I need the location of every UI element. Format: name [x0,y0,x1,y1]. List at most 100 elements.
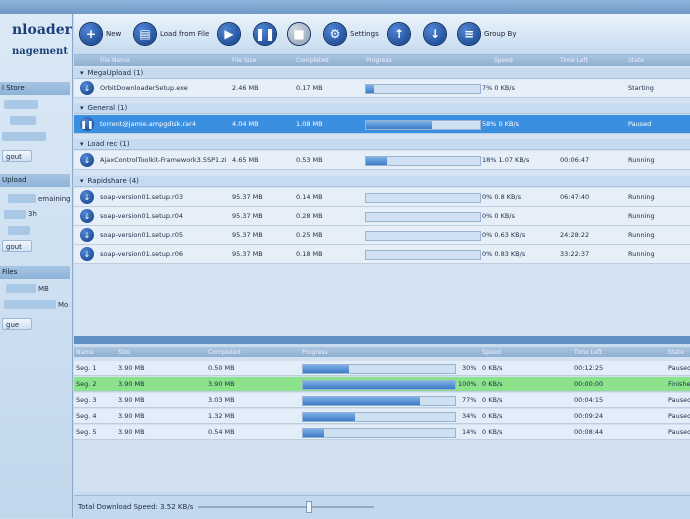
download-row[interactable]: ↓ OrbitDownloaderSetup.exe 2.46 MB 0.17 … [74,79,690,98]
logo-line1: nloader [12,22,72,38]
row-progress-bar [365,212,481,222]
group-header[interactable]: ▾ Rapidshare (4) [74,176,690,187]
speed-limit-slider[interactable] [198,506,374,508]
move-up-button[interactable]: ↑ [388,22,410,46]
collapse-icon[interactable]: ▾ [80,104,84,112]
download-arrow-icon: ↓ [80,247,94,261]
row-progress-bar [365,231,481,241]
row-name: soap-version01.setup.r03 [100,193,183,201]
seg-speed: 0 KB/s [482,380,503,388]
seg-progress-bar [302,396,456,406]
group-title: Load rec (1) [87,140,130,148]
download-row[interactable]: ❚❚ torrent@jamie.ampgdisk.rar4 4.04 MB 1… [74,115,690,134]
seg-size: 3.90 MB [118,396,145,404]
start-button[interactable]: ▶ [218,22,240,46]
stop-button[interactable]: ■ [288,22,310,46]
group-by-button[interactable]: ≡ Group By [458,22,516,46]
seg-percent: 77% [462,396,477,404]
column-header-name[interactable]: File Name [100,57,130,64]
download-row[interactable]: ↓ soap-version01.setup.r05 95.37 MB 0.25… [74,226,690,245]
seg-name: Seg. 1 [76,364,97,372]
seg-name: Seg. 5 [76,428,97,436]
move-down-button[interactable]: ↓ [424,22,446,46]
progress-fill [303,397,421,405]
seg-col-completed[interactable]: Completed [208,349,241,356]
column-header-progress[interactable]: Progress [366,57,392,64]
row-speed: 0% 0.63 KB/s [482,231,526,239]
logo-line2: nagement [12,46,68,57]
download-arrow-icon: ↓ [80,228,94,242]
seg-state: Paused [668,396,690,404]
seg-col-time-left[interactable]: Time Left [574,349,602,356]
seg-time-left: 00:00:00 [574,380,604,388]
new-label: New [106,30,122,38]
row-name: AjaxControlToolkit-Framework3.5SP1.zip [100,156,226,164]
seg-size: 3.90 MB [118,380,145,388]
seg-state: Paused [668,412,690,420]
row-speed: 0% 0 KB/s [482,212,515,220]
segment-row[interactable]: Seg. 5 3.90 MB 0.54 MB 14% 0 KB/s 00:08:… [74,425,690,440]
collapse-icon[interactable]: ▾ [80,177,84,185]
row-size: 95.37 MB [232,250,263,258]
sidebar-logout-button[interactable]: gout [2,240,32,252]
group-header[interactable]: ▾ General (1) [74,103,690,114]
seg-name: Seg. 2 [76,380,97,388]
load-from-file-button[interactable]: ▤ Load from File [134,22,209,46]
row-progress-bar [365,84,481,94]
seg-completed: 1.32 MB [208,412,235,420]
pause-button[interactable]: ❚❚ [254,22,276,46]
row-completed: 0.53 MB [296,156,323,164]
slider-thumb[interactable] [306,501,312,513]
download-row[interactable]: ↓ soap-version01.setup.r06 95.37 MB 0.18… [74,245,690,264]
download-row[interactable]: ↓ soap-version01.setup.r04 95.37 MB 0.28… [74,207,690,226]
sidebar-field [10,116,36,125]
sidebar-field [6,284,36,293]
segment-row[interactable]: Seg. 1 3.90 MB 0.50 MB 30% 0 KB/s 00:12:… [74,361,690,376]
group-title: General (1) [87,104,128,112]
seg-col-name[interactable]: Name [76,349,94,356]
sidebar-logout-button[interactable]: gout [2,150,32,162]
seg-progress-bar [302,412,456,422]
seg-time-left: 00:04:15 [574,396,604,404]
column-header-time-left[interactable]: Time Left [560,57,588,64]
column-header-completed[interactable]: Completed [296,57,329,64]
document-icon: ▤ [134,23,156,45]
seg-col-progress[interactable]: Progress [302,349,328,356]
group-title: MegaUpload (1) [87,69,144,77]
segment-row[interactable]: Seg. 3 3.90 MB 3.03 MB 77% 0 KB/s 00:04:… [74,393,690,408]
gear-icon: ⚙ [324,23,346,45]
row-progress-bar [365,193,481,203]
row-name: torrent@jamie.ampgdisk.rar4 [100,120,196,128]
group-header[interactable]: ▾ Load rec (1) [74,139,690,150]
grid-header: File Name File Size Completed Progress S… [74,55,690,66]
segment-row[interactable]: Seg. 4 3.90 MB 1.32 MB 34% 0 KB/s 00:09:… [74,409,690,424]
seg-name: Seg. 4 [76,412,97,420]
column-header-state[interactable]: State [628,57,644,64]
seg-col-speed[interactable]: Speed [482,349,501,356]
horizontal-scrollbar[interactable] [74,336,690,344]
group-header[interactable]: ▾ MegaUpload (1) [74,68,690,79]
seg-col-size[interactable]: Size [118,349,130,356]
column-header-speed[interactable]: Speed [494,57,513,64]
seg-speed: 0 KB/s [482,364,503,372]
sidebar-field [4,210,26,219]
collapse-icon[interactable]: ▾ [80,69,84,77]
row-speed: 0% 0.83 KB/s [482,250,526,258]
settings-button[interactable]: ⚙ Settings [324,22,379,46]
row-state: Running [628,193,655,201]
new-button[interactable]: + New [80,22,121,46]
segment-row[interactable]: Seg. 2 3.90 MB 3.90 MB 100% 0 KB/s 00:00… [74,377,690,392]
seg-speed: 0 KB/s [482,412,503,420]
group-by-label: Group By [484,30,517,38]
download-row[interactable]: ↓ soap-version01.setup.r03 95.37 MB 0.14… [74,188,690,207]
sidebar-logout-button[interactable]: gue [2,318,32,330]
sidebar-field [2,132,46,141]
download-row[interactable]: ↓ AjaxControlToolkit-Framework3.5SP1.zip… [74,151,690,170]
seg-completed: 3.90 MB [208,380,235,388]
row-size: 95.37 MB [232,231,263,239]
collapse-icon[interactable]: ▾ [80,140,84,148]
column-header-size[interactable]: File Size [232,57,256,64]
arrow-down-icon: ↓ [424,23,446,45]
row-completed: 0.28 MB [296,212,323,220]
seg-col-state[interactable]: State [668,349,684,356]
